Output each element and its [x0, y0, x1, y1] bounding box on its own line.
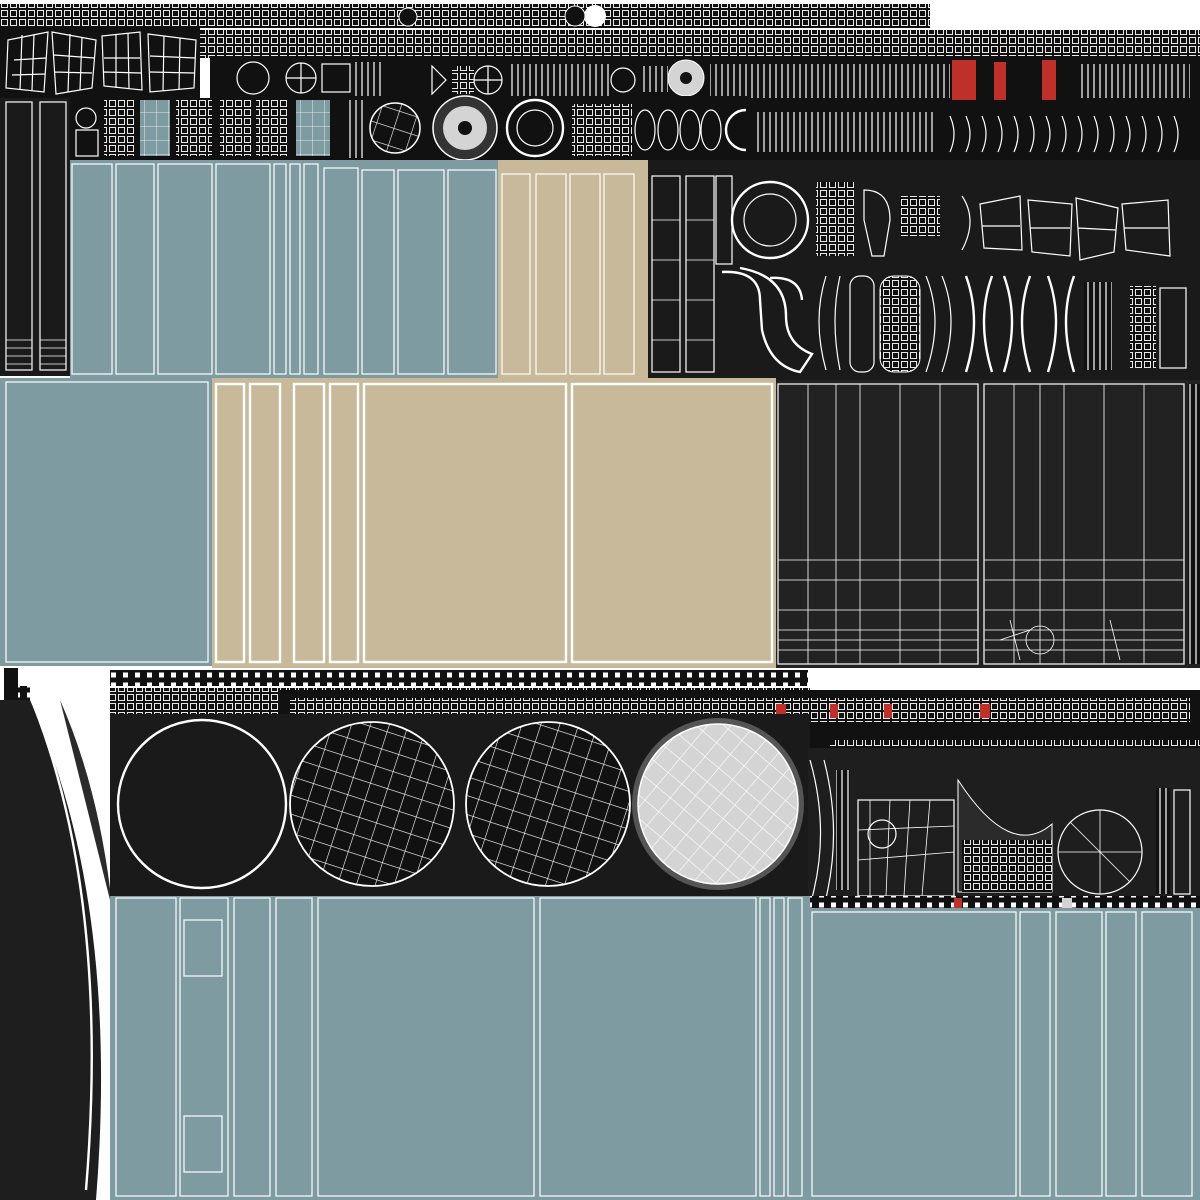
sphere-islands-row — [110, 714, 810, 900]
round-parts-row — [340, 95, 750, 162]
bottom-dots-strip — [810, 896, 1200, 910]
dark-panels-right-large — [776, 380, 1200, 668]
blue-panels-upper — [70, 160, 500, 378]
vertical-slats-row — [750, 100, 1200, 160]
tan-panel-large — [212, 378, 776, 668]
top-left-fan-islands — [0, 28, 200, 100]
blue-panels-bottom-left — [110, 896, 810, 1200]
upper-boxes-row — [70, 98, 340, 160]
mid-right-dark-islands — [648, 160, 1200, 382]
blue-panels-bottom-right — [808, 908, 1200, 1200]
lower-right-misc-islands — [808, 748, 1200, 900]
left-curved-band — [0, 668, 119, 1200]
left-tall-strips — [0, 98, 70, 376]
tan-panels-upper — [498, 160, 650, 378]
uv-texture-map — [0, 4, 1200, 1200]
blue-panel-left-large — [0, 378, 212, 666]
